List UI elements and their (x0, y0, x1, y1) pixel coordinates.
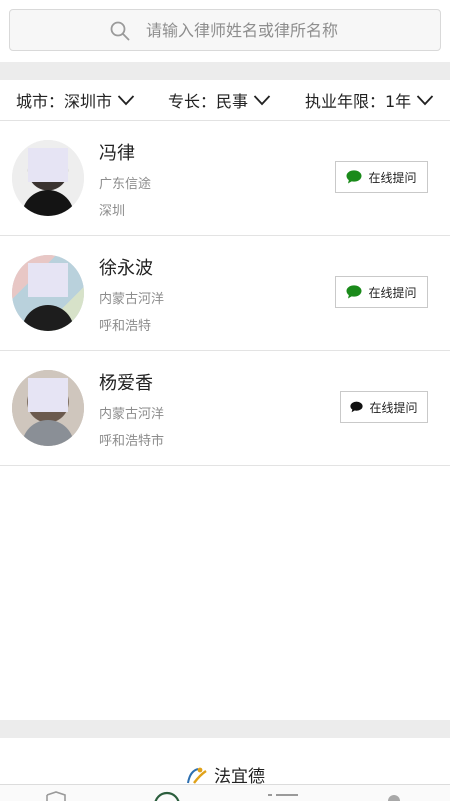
chevron-down-icon (417, 95, 434, 106)
years-filter[interactable]: 执业年限：1年 (305, 88, 434, 112)
chat-bubble-icon (346, 285, 362, 299)
lawyer-city: 呼和浩特市 (99, 434, 165, 449)
lawyer-city: 呼和浩特 (99, 319, 152, 334)
lawyer-name: 杨爱香 (99, 373, 153, 394)
lawyer-card[interactable]: 徐永波 内蒙古河洋 呼和浩特 在线提问 (0, 236, 450, 351)
tab-bar (0, 784, 450, 801)
search-icon (110, 21, 130, 41)
avatar (12, 255, 84, 331)
chevron-down-icon (117, 95, 135, 106)
chevron-down-icon (253, 95, 271, 106)
ask-online-label: 在线提问 (368, 285, 417, 300)
specialty-filter[interactable]: 专长：民事 (168, 88, 271, 112)
ask-online-button[interactable]: 在线提问 (335, 276, 428, 308)
lawyer-firm: 广东信途 (99, 177, 152, 192)
filter-bar: 城市：深圳市 专长：民事 执业年限：1年 (0, 80, 450, 121)
city-filter[interactable]: 城市：深圳市 (16, 88, 135, 112)
search-bar (0, 0, 450, 62)
lawyer-card[interactable]: 冯律 广东信途 深圳 在线提问 (0, 121, 450, 236)
section-divider (0, 62, 450, 80)
chat-bubble-icon (346, 170, 362, 184)
section-divider (0, 720, 450, 738)
city-filter-label: 城市：深圳市 (16, 92, 113, 111)
lawyer-city: 深圳 (99, 204, 126, 219)
avatar (12, 140, 84, 216)
years-filter-label: 执业年限：1年 (305, 92, 412, 111)
search-input[interactable] (146, 10, 426, 50)
lawyer-firm: 内蒙古河洋 (99, 292, 165, 307)
lawyer-name: 冯律 (99, 143, 135, 164)
ask-online-button[interactable]: 在线提问 (335, 161, 428, 193)
ask-online-label: 在线提问 (369, 400, 418, 415)
chat-bubble-icon (350, 401, 364, 413)
lawyer-firm: 内蒙古河洋 (99, 407, 165, 422)
circle-icon[interactable] (153, 789, 181, 801)
lawyer-name: 徐永波 (99, 258, 153, 279)
specialty-filter-label: 专长：民事 (168, 92, 249, 111)
avatar (12, 370, 84, 446)
ask-online-label: 在线提问 (368, 170, 417, 185)
logo-icon (187, 767, 207, 784)
lawyer-card[interactable]: 杨爱香 内蒙古河洋 呼和浩特市 在线提问 (0, 351, 450, 466)
ask-online-button[interactable]: 在线提问 (340, 391, 428, 423)
search-box[interactable] (9, 9, 441, 51)
